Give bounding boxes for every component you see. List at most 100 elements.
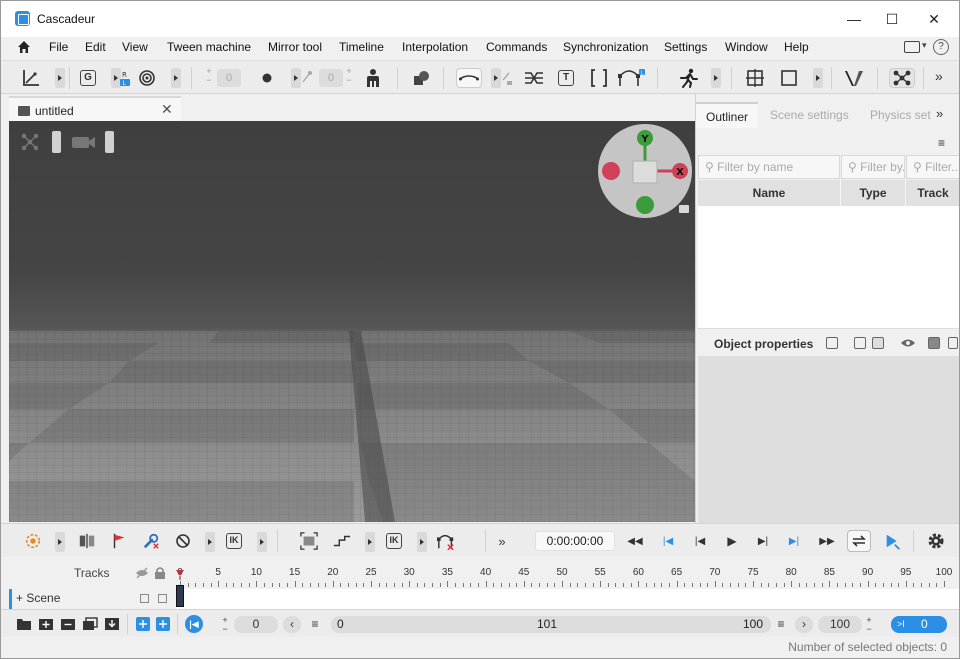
tab-close-icon[interactable]: ✕ bbox=[161, 101, 173, 118]
menu-tween-machine[interactable]: Tween machine bbox=[167, 40, 251, 54]
scene-track-row[interactable]: + Scene bbox=[9, 589, 171, 609]
filter-by-type-input[interactable]: ⚲ Filter by... bbox=[841, 155, 905, 179]
ik-button-2[interactable]: IK bbox=[386, 533, 402, 549]
frame-select-icon[interactable] bbox=[299, 532, 319, 550]
toolbar-more-button[interactable]: » bbox=[935, 68, 943, 84]
dot-icon[interactable] bbox=[259, 68, 275, 88]
field-b[interactable]: 0 bbox=[319, 69, 343, 87]
tabs-more-button[interactable]: » bbox=[936, 106, 943, 121]
curve-tool-button[interactable] bbox=[456, 68, 482, 88]
loop-button[interactable] bbox=[847, 530, 871, 552]
tab-scene-settings[interactable]: Scene settings bbox=[760, 102, 859, 128]
scene-visibility-checkbox[interactable] bbox=[140, 594, 149, 603]
square-frame-icon[interactable] bbox=[779, 68, 799, 88]
current-frame-field[interactable]: 0 bbox=[234, 616, 278, 633]
ik-button[interactable]: IK bbox=[226, 533, 242, 549]
current-frame-stepper-icon[interactable]: + − bbox=[221, 616, 229, 634]
expand-vertical-icon[interactable] bbox=[156, 616, 170, 632]
end-frame-field[interactable]: 100 bbox=[818, 616, 862, 633]
viewport-3d[interactable]: Y X bbox=[9, 121, 695, 522]
close-button[interactable]: ✕ bbox=[917, 5, 951, 33]
lock-tracks-icon[interactable] bbox=[154, 566, 166, 579]
fast-forward-icon[interactable]: ▶▶ bbox=[819, 532, 835, 550]
add-track-icon[interactable] bbox=[38, 616, 54, 632]
menu-view[interactable]: View bbox=[122, 40, 148, 54]
rewind-icon[interactable]: ◀◀ bbox=[627, 532, 643, 550]
info-toggle-icon[interactable] bbox=[928, 337, 940, 349]
add-folder-icon[interactable] bbox=[16, 616, 32, 632]
curve-dropdown-caret[interactable] bbox=[491, 68, 501, 88]
layout-icon[interactable] bbox=[904, 41, 920, 53]
menu-interpolation[interactable]: Interpolation bbox=[402, 40, 468, 54]
go-to-first-keyframe-icon[interactable]: |◀ bbox=[185, 615, 203, 633]
layout-caret-icon[interactable]: ▾ bbox=[922, 40, 927, 51]
spiral-dropdown-caret[interactable] bbox=[171, 68, 181, 88]
shapes-icon[interactable] bbox=[411, 68, 433, 88]
v-logo-icon[interactable] bbox=[843, 68, 865, 88]
lock-icon[interactable] bbox=[679, 205, 689, 213]
menu-help[interactable]: Help bbox=[784, 40, 809, 54]
target-gear-icon[interactable] bbox=[23, 532, 43, 550]
play-fast-icon[interactable] bbox=[883, 532, 903, 550]
running-man-icon[interactable] bbox=[677, 68, 699, 88]
axis-dropdown-caret[interactable] bbox=[55, 68, 65, 88]
go-to-end-icon[interactable]: ▶| bbox=[787, 532, 801, 550]
time-field[interactable]: 0:00:00:00 bbox=[535, 531, 615, 551]
wrench-remove-icon[interactable] bbox=[141, 532, 161, 550]
play-icon[interactable]: ▶ bbox=[725, 532, 739, 550]
expand-horizontal-icon[interactable] bbox=[136, 616, 150, 632]
help-icon[interactable]: ? bbox=[933, 39, 949, 55]
bezier-remove-icon[interactable] bbox=[435, 532, 457, 550]
tab-physics-settings[interactable]: Physics set bbox=[860, 102, 934, 128]
menu-edit[interactable]: Edit bbox=[85, 40, 106, 54]
character-icon[interactable] bbox=[363, 68, 383, 88]
playhead-marker-icon[interactable] bbox=[175, 570, 185, 580]
filter-by-track-input[interactable]: ⚲ Filter... bbox=[906, 155, 959, 179]
previous-frame-icon[interactable]: |◀ bbox=[693, 532, 707, 550]
interp-dropdown-caret[interactable] bbox=[365, 532, 375, 552]
range-end-menu-icon[interactable]: ≡ bbox=[771, 616, 791, 633]
disable-icon[interactable] bbox=[175, 532, 191, 550]
spiral-icon[interactable] bbox=[137, 68, 157, 88]
frame-range-slider[interactable]: 0 101 100 bbox=[331, 616, 771, 633]
increment-decrement-icon[interactable]: + − bbox=[205, 67, 213, 85]
menu-synchronization[interactable]: Synchronization bbox=[563, 40, 648, 54]
disable-dropdown-caret[interactable] bbox=[205, 532, 215, 552]
menu-mirror-tool[interactable]: Mirror tool bbox=[268, 40, 322, 54]
ik2-dropdown-caret[interactable] bbox=[417, 532, 427, 552]
frame-toggle-icon[interactable] bbox=[826, 337, 838, 349]
axis-graph-icon[interactable] bbox=[21, 68, 41, 88]
range-left-arrow-icon[interactable]: ‹ bbox=[283, 616, 301, 633]
home-icon[interactable] bbox=[17, 40, 31, 54]
timeline-ruler[interactable]: 0510152025303540455055606570758085909510… bbox=[176, 565, 956, 589]
g-tool-button[interactable]: G bbox=[80, 70, 96, 86]
red-flag-icon[interactable] bbox=[111, 532, 127, 550]
minimize-button[interactable]: — bbox=[837, 5, 871, 33]
wave-lines-icon[interactable] bbox=[523, 68, 545, 88]
animation-toolbar-more-button[interactable]: » bbox=[495, 532, 509, 550]
field-a[interactable]: 0 bbox=[217, 69, 241, 87]
more-toggle-icon[interactable] bbox=[948, 337, 958, 349]
end-frame-stepper-icon[interactable]: + − bbox=[865, 616, 873, 634]
target-dropdown-caret[interactable] bbox=[55, 532, 65, 552]
text-tool-button[interactable]: T bbox=[558, 70, 574, 86]
outliner-menu-button[interactable]: ≡ bbox=[938, 136, 945, 150]
grid-frame-icon[interactable] bbox=[745, 68, 765, 88]
column-track[interactable]: Track bbox=[906, 180, 959, 206]
maximize-button[interactable]: ☐ bbox=[875, 5, 909, 33]
code-toggle-icon[interactable] bbox=[854, 337, 866, 349]
increment-decrement-icon[interactable]: + − bbox=[345, 67, 353, 85]
menu-commands[interactable]: Commands bbox=[486, 40, 547, 54]
menu-timeline[interactable]: Timeline bbox=[339, 40, 384, 54]
filter-by-name-input[interactable]: ⚲ Filter by name bbox=[698, 155, 840, 179]
menu-settings[interactable]: Settings bbox=[664, 40, 707, 54]
column-type[interactable]: Type bbox=[841, 180, 906, 206]
brackets-icon[interactable] bbox=[589, 68, 609, 88]
camera-icon[interactable] bbox=[71, 135, 99, 149]
range-right-arrow-icon[interactable]: › bbox=[795, 616, 813, 633]
range-start-menu-icon[interactable]: ≡ bbox=[305, 616, 325, 633]
download-icon[interactable] bbox=[104, 616, 120, 632]
rig-view-icon[interactable] bbox=[19, 131, 41, 153]
dot-dropdown-caret[interactable] bbox=[291, 68, 301, 88]
frame-dropdown-caret[interactable] bbox=[813, 68, 823, 88]
